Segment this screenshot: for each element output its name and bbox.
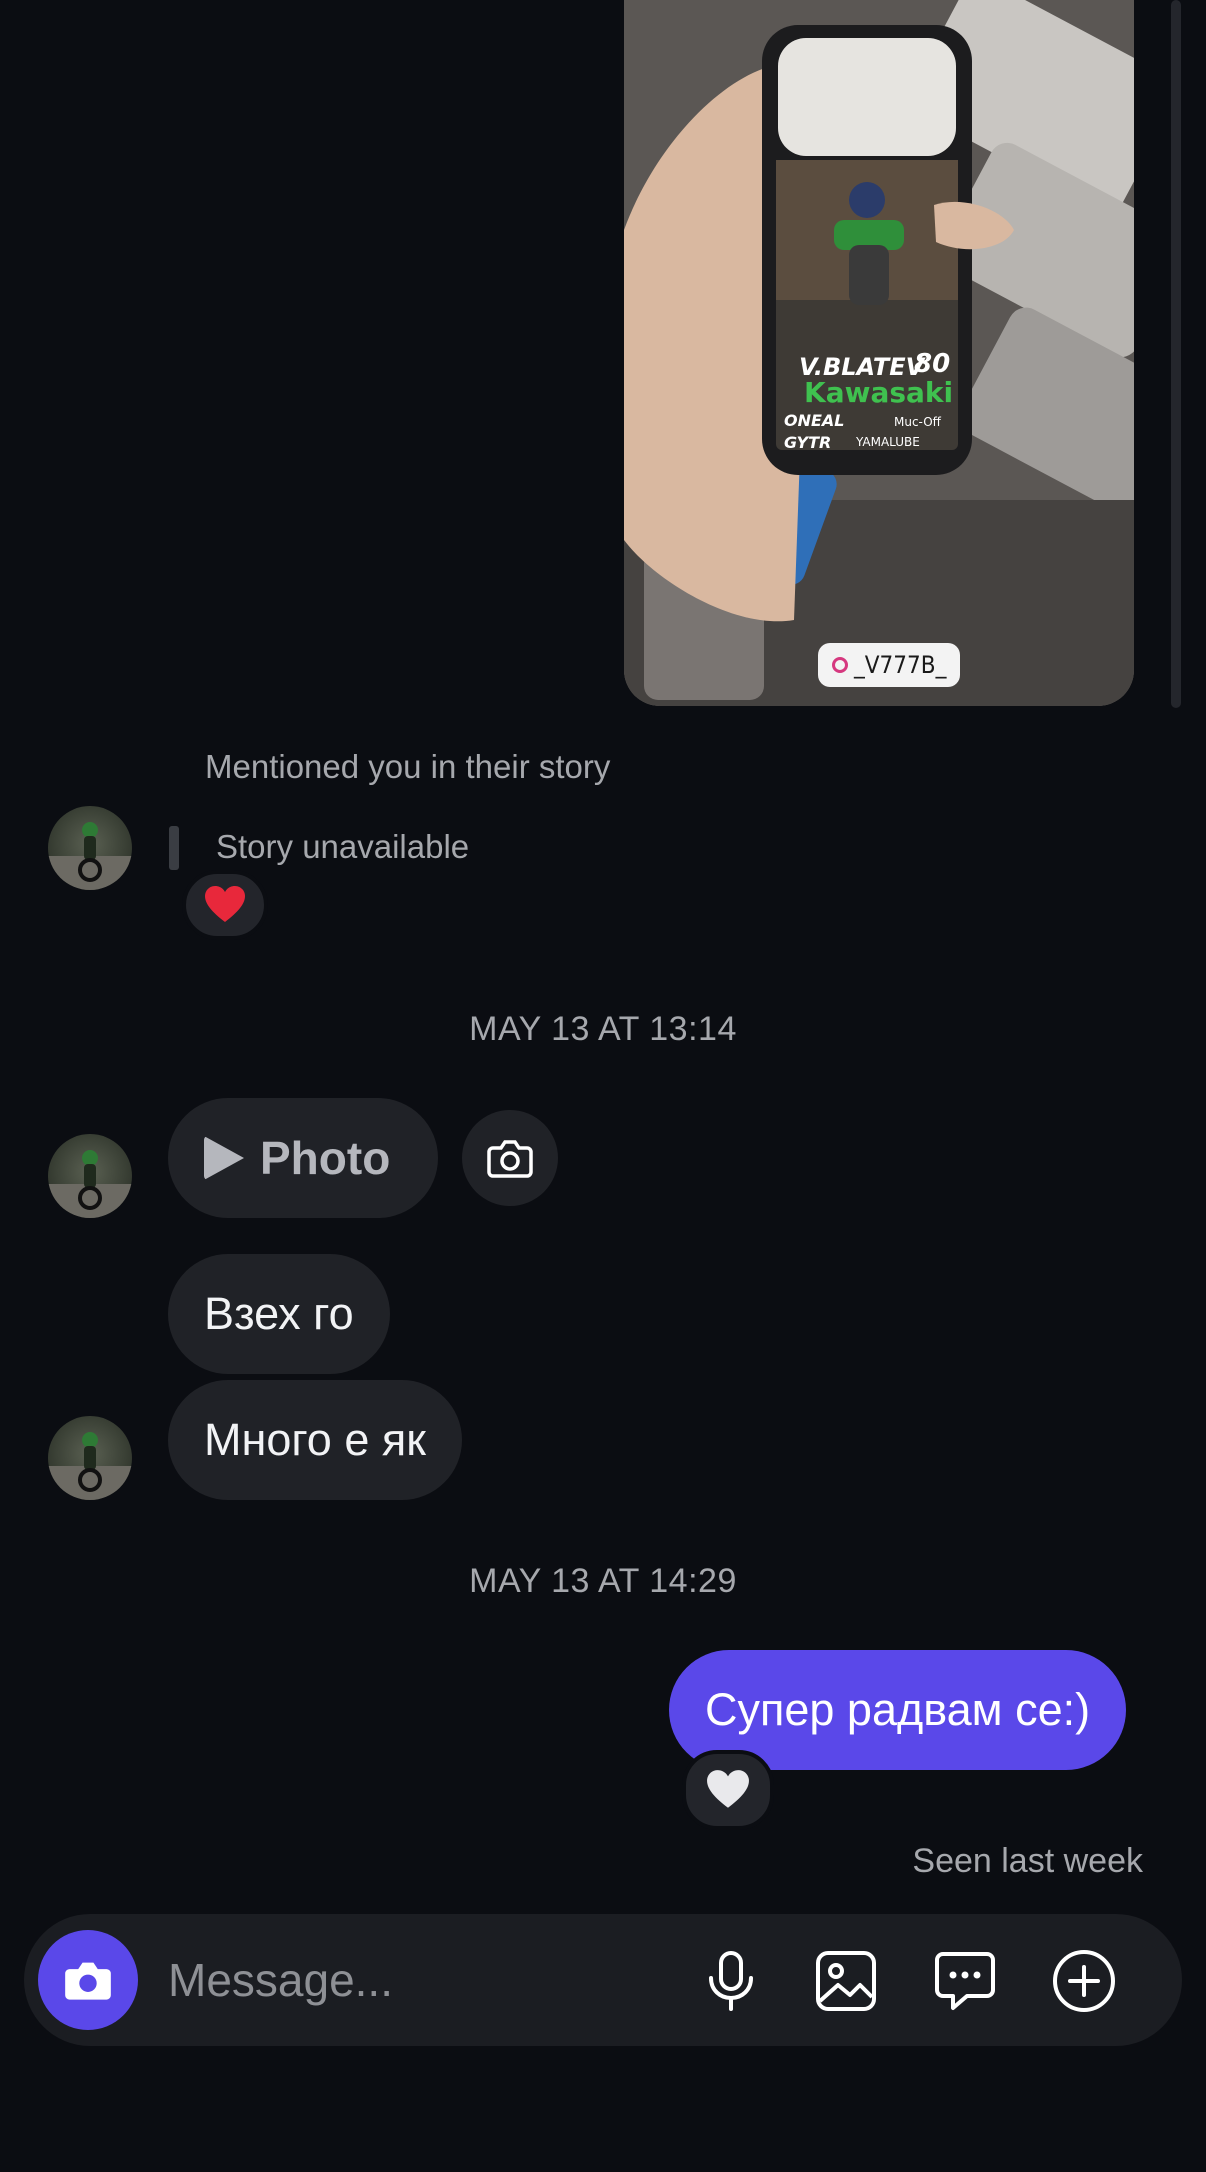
message-composer bbox=[24, 1914, 1182, 2046]
story-reaction[interactable] bbox=[182, 870, 268, 940]
camera-icon bbox=[487, 1140, 533, 1178]
message-text: Много е як bbox=[204, 1414, 426, 1465]
avatar[interactable] bbox=[48, 1134, 132, 1218]
message-bubble[interactable]: Взех го bbox=[168, 1254, 390, 1374]
story-mention-tag[interactable]: _V777B_ bbox=[818, 643, 961, 687]
case-number: 80 bbox=[914, 349, 950, 379]
message-bubble[interactable]: Много е як bbox=[168, 1380, 462, 1500]
avatar[interactable] bbox=[48, 1416, 132, 1500]
white-heart-icon bbox=[707, 1770, 749, 1808]
scrollbar[interactable] bbox=[1171, 0, 1181, 708]
chat-bubble-icon bbox=[935, 1952, 995, 2010]
image-icon bbox=[816, 1951, 876, 2011]
camera-icon bbox=[65, 1962, 111, 2000]
view-photo-button[interactable] bbox=[462, 1110, 558, 1206]
message-reaction[interactable] bbox=[682, 1750, 774, 1830]
message-text: Супер радвам се:) bbox=[705, 1684, 1091, 1735]
play-icon bbox=[204, 1136, 244, 1180]
case-sponsor-3: GYTR bbox=[784, 433, 831, 452]
avatar-rider-image bbox=[48, 1150, 132, 1218]
case-sponsor-2: Muc-Off bbox=[894, 415, 942, 429]
story-tag-label: _V777B_ bbox=[854, 651, 947, 679]
story-photo-drawing: V.BLATEV 80 Kawasaki ONEAL Muc-Off GYTR … bbox=[624, 0, 1134, 706]
plus-circle-icon bbox=[1053, 1950, 1115, 2012]
sticker-button[interactable] bbox=[930, 1946, 1000, 2016]
avatar-rider-image bbox=[48, 1432, 132, 1500]
gallery-button[interactable] bbox=[811, 1946, 881, 2016]
story-image[interactable]: V.BLATEV 80 Kawasaki ONEAL Muc-Off GYTR … bbox=[624, 0, 1134, 706]
microphone-button[interactable] bbox=[696, 1946, 766, 2016]
more-options-button[interactable] bbox=[1049, 1946, 1119, 2016]
story-quote-bar bbox=[169, 826, 179, 870]
photo-message[interactable]: Photo bbox=[168, 1098, 438, 1218]
case-sponsor-1: ONEAL bbox=[784, 411, 845, 430]
red-heart-icon bbox=[205, 886, 245, 922]
chat-screen: V.BLATEV 80 Kawasaki ONEAL Muc-Off GYTR … bbox=[0, 0, 1206, 2172]
case-sponsor-4: YAMALUBE bbox=[855, 435, 920, 449]
date-separator-1: MAY 13 AT 13:14 bbox=[469, 1010, 737, 1048]
seen-status: Seen last week bbox=[912, 1842, 1143, 1880]
photo-label: Photo bbox=[260, 1132, 391, 1184]
instagram-icon bbox=[832, 657, 848, 673]
microphone-icon bbox=[709, 1951, 753, 2011]
story-unavailable-text: Story unavailable bbox=[216, 828, 470, 865]
avatar-rider-image bbox=[48, 822, 132, 890]
message-input[interactable] bbox=[168, 1948, 668, 2012]
avatar[interactable] bbox=[48, 806, 132, 890]
message-text: Взех го bbox=[204, 1288, 354, 1339]
story-mention-text: Mentioned you in their story bbox=[205, 748, 611, 785]
camera-button[interactable] bbox=[38, 1930, 138, 2030]
case-brand: Kawasaki bbox=[804, 376, 953, 409]
date-separator-2: MAY 13 AT 14:29 bbox=[469, 1562, 737, 1600]
